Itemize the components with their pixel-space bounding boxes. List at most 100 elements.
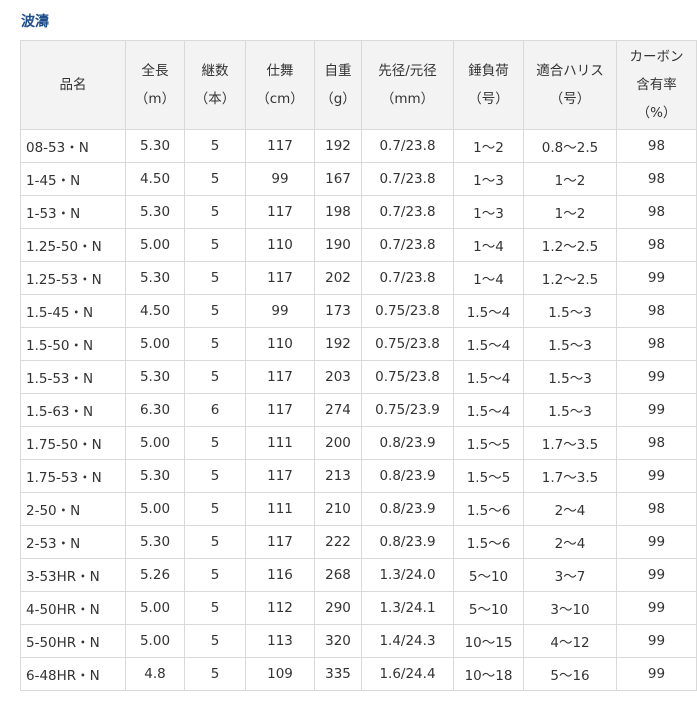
product-name-cell: 2-50・N [20,492,126,526]
table-row: 1.5-63・N 6.30 6 117 274 0.75/23.9 1.5〜4 1.5〜3 99 [20,393,697,427]
column-header: 仕舞 （cm） [245,40,315,130]
table-cell: 5.00 [125,228,185,262]
table-cell: 203 [314,360,362,394]
product-name-cell: 6-48HR・N [20,657,126,691]
table-cell: 1.5〜4 [453,393,524,427]
table-row: 1.75-50・N 5.00 5 111 200 0.8/23.9 1.5〜5 1.7〜3.5… [20,426,697,460]
table-row: 3-53HR・N 5.26 5 116 268 1.3/24.0 5〜10 3〜7 99 [20,558,697,592]
table-row: 1.25-53・N 5.30 5 117 202 0.7/23.8 1〜4 1.2〜2.5 99 [20,261,697,295]
product-name-cell: 5-50HR・N [20,624,126,658]
table-row: 6-48HR・N 4.8 5 109 335 1.6/24.4 10〜18 5〜16 99 [20,657,697,691]
table-cell: 5 [184,294,246,328]
table-row: 2-53・N 5.30 5 117 222 0.8/23.9 1.5〜6 2〜4 99 [20,525,697,559]
column-header-line: 全長 [141,63,169,79]
table-cell: 1〜3 [453,195,524,229]
table-cell: 98 [616,294,697,328]
spec-table: 品名 全長 （m） 継数 （本） 仕舞 （cm） 自重 （g） 先径/元径 （mm） 錘負荷 （号） 適合… [20,40,697,691]
table-cell: 5.00 [125,624,185,658]
column-header-line: （本） [194,91,236,107]
product-name-cell: 4-50HR・N [20,591,126,625]
table-cell: 1.7〜3.5 [523,459,617,493]
table-cell: 5 [184,624,246,658]
table-row: 1-53・N 5.30 5 117 198 0.7/23.8 1〜3 1〜2 98 [20,195,697,229]
table-cell: 5.30 [125,129,185,163]
table-cell: 3〜10 [523,591,617,625]
table-cell: 335 [314,657,362,691]
product-name-cell: 3-53HR・N [20,558,126,592]
column-header-line: 継数 [201,63,229,79]
table-cell: 5.00 [125,327,185,361]
table-cell: 192 [314,129,362,163]
table-cell: 4.50 [125,294,185,328]
table-cell: 200 [314,426,362,460]
table-cell: 117 [245,525,315,559]
table-cell: 10〜15 [453,624,524,658]
column-header-line: （mm） [380,91,435,107]
table-row: 1.25-50・N 5.00 5 110 190 0.7/23.8 1〜4 1.2〜2.5 98 [20,228,697,262]
table-cell: 1.5〜4 [453,327,524,361]
table-cell: 10〜18 [453,657,524,691]
table-cell: 1.5〜5 [453,459,524,493]
table-cell: 99 [616,360,697,394]
table-cell: 202 [314,261,362,295]
table-cell: 290 [314,591,362,625]
table-cell: 5 [184,129,246,163]
table-cell: 5〜10 [453,558,524,592]
table-cell: 1〜3 [453,162,524,196]
table-cell: 1.4/24.3 [361,624,454,658]
column-header: カーボン 含有率 （%） [616,40,697,130]
table-cell: 2〜4 [523,525,617,559]
table-cell: 117 [245,195,315,229]
table-cell: 0.8〜2.5 [523,129,617,163]
table-cell: 274 [314,393,362,427]
table-cell: 111 [245,426,315,460]
column-header-line: （号） [468,91,509,107]
table-cell: 5.30 [125,360,185,394]
table-cell: 1.2〜2.5 [523,228,617,262]
table-cell: 5 [184,591,246,625]
column-header: 先径/元径 （mm） [361,40,454,130]
table-row: 5-50HR・N 5.00 5 113 320 1.4/24.3 10〜15 4〜12 99 [20,624,697,658]
column-header-line: （%） [636,105,677,121]
table-cell: 0.75/23.8 [361,327,454,361]
table-cell: 192 [314,327,362,361]
table-row: 1-45・N 4.50 5 99 167 0.7/23.8 1〜3 1〜2 98 [20,162,697,196]
table-row: 1.5-50・N 5.00 5 110 192 0.75/23.8 1.5〜4 1.5〜3 98 [20,327,697,361]
table-cell: 210 [314,492,362,526]
table-cell: 1.2〜2.5 [523,261,617,295]
table-cell: 99 [616,261,697,295]
column-header: 錘負荷 （号） [453,40,524,130]
table-cell: 99 [616,591,697,625]
product-name-cell: 1.25-53・N [20,261,126,295]
column-header-line: 品名 [59,77,87,93]
table-cell: 1.5〜3 [523,360,617,394]
table-cell: 5 [184,426,246,460]
table-cell: 1.5〜3 [523,294,617,328]
table-cell: 1.5〜3 [523,393,617,427]
table-cell: 0.7/23.8 [361,162,454,196]
table-cell: 5.26 [125,558,185,592]
table-cell: 5 [184,360,246,394]
table-cell: 1.7〜3.5 [523,426,617,460]
product-name-cell: 1.5-63・N [20,393,126,427]
column-header-line: （g） [320,91,356,107]
table-cell: 0.8/23.9 [361,492,454,526]
table-cell: 6 [184,393,246,427]
table-cell: 117 [245,129,315,163]
column-header-line: （cm） [256,91,304,107]
table-cell: 0.8/23.9 [361,525,454,559]
table-row: 1.5-45・N 4.50 5 99 173 0.75/23.8 1.5〜4 1.5〜3 98 [20,294,697,328]
table-cell: 5.00 [125,426,185,460]
table-cell: 5 [184,261,246,295]
column-header-line: 適合ハリス [536,63,604,79]
table-cell: 5 [184,162,246,196]
table-cell: 1.3/24.1 [361,591,454,625]
column-header-line: 自重 [324,63,352,79]
table-cell: 5 [184,558,246,592]
table-cell: 1〜2 [523,195,617,229]
table-cell: 110 [245,327,315,361]
table-cell: 98 [616,426,697,460]
table-cell: 5 [184,228,246,262]
table-cell: 116 [245,558,315,592]
table-cell: 117 [245,360,315,394]
